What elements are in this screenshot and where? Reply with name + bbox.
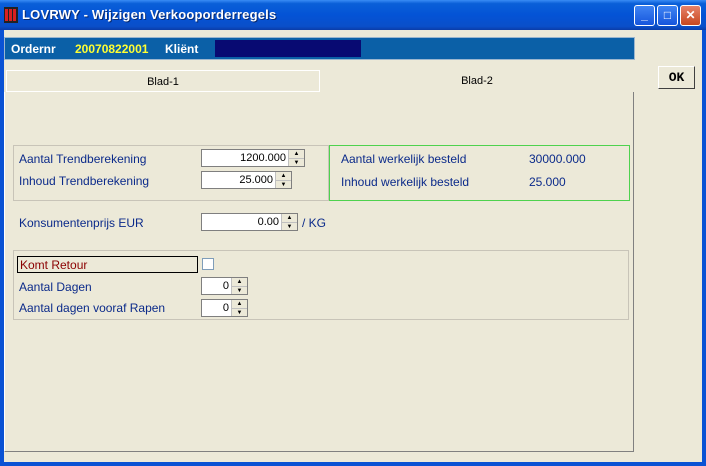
order-header-bar: Ordernr 20070822001 Kliënt xyxy=(4,37,635,60)
konsumentenprijs-label: Konsumentenprijs EUR xyxy=(19,216,144,230)
spin-down-icon[interactable]: ▼ xyxy=(289,158,304,167)
komt-retour-checkbox[interactable] xyxy=(202,258,214,270)
aantal-besteld-value: 30000.000 xyxy=(529,152,586,166)
konsumentenprijs-input[interactable] xyxy=(202,214,281,230)
window-frame-right xyxy=(702,30,706,466)
close-button[interactable]: ✕ xyxy=(680,5,701,26)
app-icon xyxy=(4,7,18,23)
window-frame-bottom xyxy=(0,462,706,466)
inhoud-trend-input[interactable] xyxy=(202,172,275,188)
inhoud-trend-arrows[interactable]: ▲ ▼ xyxy=(275,172,291,188)
spin-up-icon[interactable]: ▲ xyxy=(282,214,297,222)
dagen-vooraf-spinner[interactable]: ▲ ▼ xyxy=(201,299,248,317)
tab-blad-2[interactable]: Blad-2 xyxy=(320,70,634,92)
aantal-dagen-spinner[interactable]: ▲ ▼ xyxy=(201,277,248,295)
spin-up-icon[interactable]: ▲ xyxy=(289,150,304,158)
aantal-trend-input[interactable] xyxy=(202,150,288,166)
spin-up-icon[interactable]: ▲ xyxy=(232,300,247,308)
minimize-button[interactable]: _ xyxy=(634,5,655,26)
inhoud-trend-label: Inhoud Trendberekening xyxy=(19,174,150,188)
spin-down-icon[interactable]: ▼ xyxy=(276,180,291,189)
inhoud-trend-spinner[interactable]: ▲ ▼ xyxy=(201,171,292,189)
dagen-vooraf-label: Aantal dagen vooraf Rapen xyxy=(19,301,166,315)
client-value-field xyxy=(215,40,361,57)
aantal-dagen-arrows[interactable]: ▲ ▼ xyxy=(231,278,247,294)
aantal-trend-arrows[interactable]: ▲ ▼ xyxy=(288,150,304,166)
aantal-trend-spinner[interactable]: ▲ ▼ xyxy=(201,149,305,167)
inhoud-besteld-label: Inhoud werkelijk besteld xyxy=(341,175,470,189)
konsumentenprijs-spinner[interactable]: ▲ ▼ xyxy=(201,213,298,231)
spin-down-icon[interactable]: ▼ xyxy=(232,286,247,295)
tab-strip: Blad-1 Blad-2 xyxy=(4,70,636,93)
komt-retour-label: Komt Retour xyxy=(20,258,88,272)
order-number: 20070822001 xyxy=(75,42,149,56)
spin-up-icon[interactable]: ▲ xyxy=(276,172,291,180)
spin-down-icon[interactable]: ▼ xyxy=(282,222,297,231)
inhoud-besteld-value: 25.000 xyxy=(529,175,566,189)
spin-down-icon[interactable]: ▼ xyxy=(232,308,247,317)
tab-blad-1[interactable]: Blad-1 xyxy=(6,70,320,92)
dagen-vooraf-input[interactable] xyxy=(202,300,231,316)
aantal-dagen-input[interactable] xyxy=(202,278,231,294)
title-bar[interactable]: LOVRWY - Wijzigen Verkooporderregels _ □… xyxy=(0,0,706,30)
aantal-trend-label: Aantal Trendberekening xyxy=(19,152,147,166)
aantal-besteld-label: Aantal werkelijk besteld xyxy=(341,152,467,166)
spin-up-icon[interactable]: ▲ xyxy=(232,278,247,286)
order-label: Ordernr xyxy=(11,42,56,56)
price-unit-label: / KG xyxy=(302,216,327,230)
konsumentenprijs-arrows[interactable]: ▲ ▼ xyxy=(281,214,297,230)
client-label: Kliënt xyxy=(165,42,199,56)
ok-button[interactable]: OK xyxy=(658,66,695,89)
dagen-vooraf-arrows[interactable]: ▲ ▼ xyxy=(231,300,247,316)
aantal-dagen-label: Aantal Dagen xyxy=(19,280,92,294)
window-title: LOVRWY - Wijzigen Verkooporderregels xyxy=(22,7,277,22)
maximize-button[interactable]: □ xyxy=(657,5,678,26)
